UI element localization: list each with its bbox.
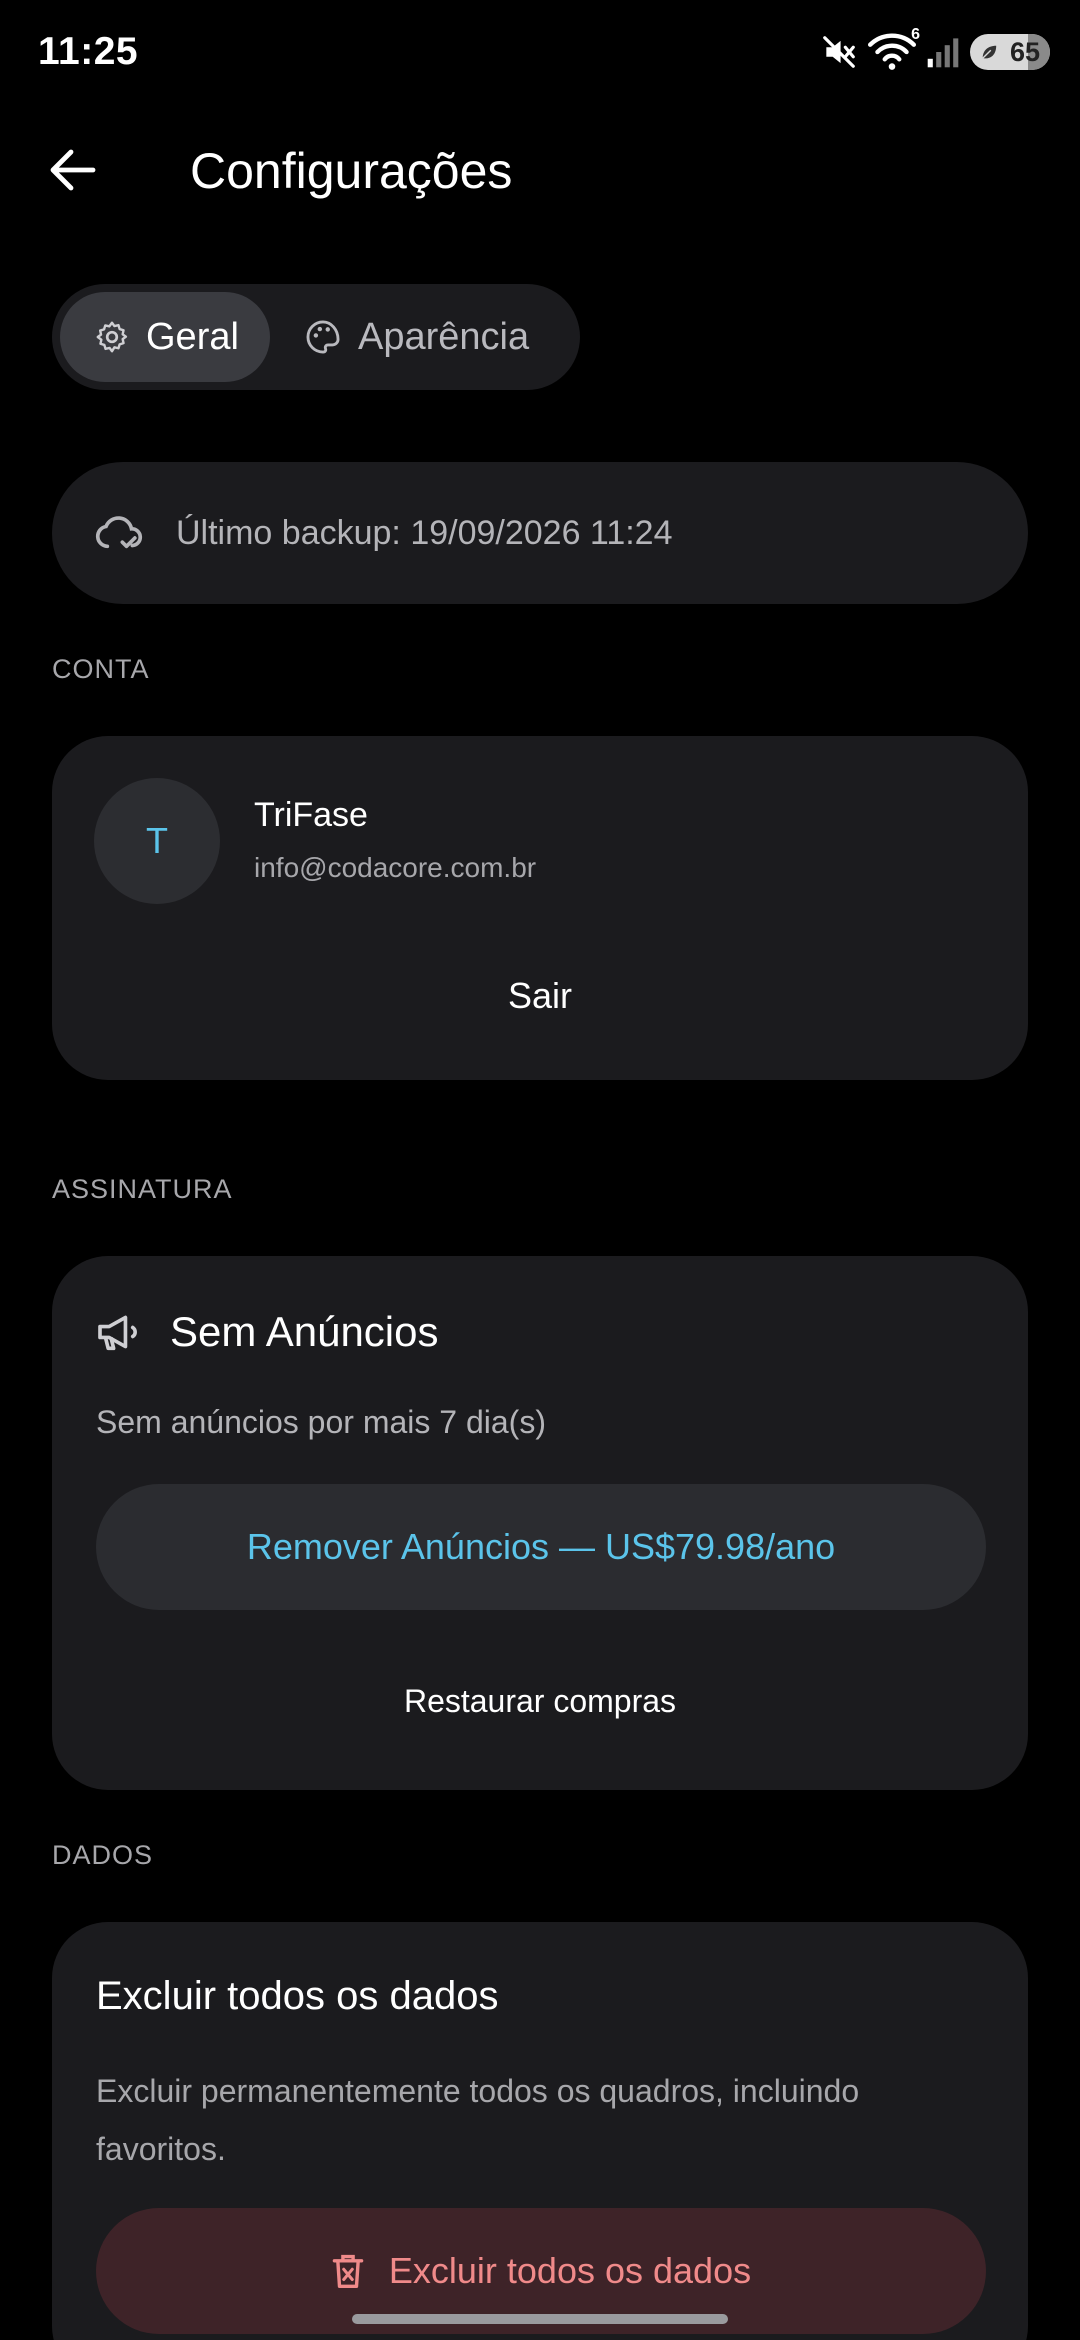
status-bar: 11:25 6 65 bbox=[0, 0, 1080, 100]
delete-all-data-label: Excluir todos os dados bbox=[388, 2250, 752, 2291]
subscription-header: Sem Anúncios bbox=[96, 1308, 439, 1356]
section-label-conta: CONTA bbox=[52, 654, 150, 684]
mute-icon bbox=[820, 33, 858, 71]
battery-level: 65 bbox=[1009, 36, 1040, 67]
delete-data-title: Excluir todos os dados bbox=[96, 1974, 499, 2018]
delete-data-description: Excluir permanentemente todos os quadros… bbox=[96, 2073, 860, 2167]
backup-status-card: Último backup: 19/09/2026 11:24 bbox=[52, 462, 1028, 604]
account-card: T TriFase info@codacore.com.br Sair bbox=[52, 736, 1028, 1080]
section-label-dados: DADOS bbox=[52, 1840, 154, 1870]
status-time: 11:25 bbox=[38, 30, 139, 73]
account-email: info@codacore.com.br bbox=[254, 852, 537, 883]
signal-icon bbox=[926, 35, 960, 69]
arrow-left-icon bbox=[50, 149, 96, 191]
megaphone-icon bbox=[98, 1315, 137, 1351]
gear-icon bbox=[96, 321, 128, 353]
tab-geral[interactable]: Geral bbox=[60, 292, 270, 382]
page-title: Configurações bbox=[190, 143, 513, 199]
home-indicator[interactable] bbox=[352, 2314, 728, 2324]
back-button[interactable] bbox=[36, 140, 110, 200]
remove-ads-button[interactable]: Remover Anúncios — US$79.98/ano bbox=[96, 1484, 986, 1610]
status-icons: 6 65 bbox=[820, 26, 1050, 74]
trash-icon bbox=[332, 2254, 364, 2288]
avatar: T bbox=[94, 778, 220, 904]
tab-geral-label: Geral bbox=[146, 315, 239, 358]
wifi-icon: 6 bbox=[868, 26, 920, 72]
palette-icon bbox=[306, 320, 340, 354]
restore-purchases-button[interactable]: Restaurar compras bbox=[52, 1666, 1028, 1736]
tab-aparencia[interactable]: Aparência bbox=[270, 292, 559, 382]
account-name: TriFase bbox=[254, 796, 368, 834]
backup-status-text: Último backup: 19/09/2026 11:24 bbox=[176, 513, 673, 552]
settings-screen: 11:25 6 65 Configurações Geral Aparência… bbox=[0, 0, 1080, 2340]
cloud-check-icon bbox=[95, 516, 143, 549]
wifi-badge: 6 bbox=[911, 26, 920, 43]
tab-aparencia-label: Aparência bbox=[358, 315, 530, 358]
signout-button[interactable]: Sair bbox=[52, 956, 1028, 1036]
top-app-bar: Configurações bbox=[0, 120, 1080, 220]
leaf-icon bbox=[980, 43, 998, 61]
section-label-assinatura: ASSINATURA bbox=[52, 1174, 233, 1204]
subscription-card: Sem Anúncios Sem anúncios por mais 7 dia… bbox=[52, 1256, 1028, 1790]
subscription-title: Sem Anúncios bbox=[170, 1308, 439, 1355]
settings-tabs: Geral Aparência bbox=[52, 284, 580, 390]
battery-indicator: 65 bbox=[970, 34, 1050, 70]
delete-data-card: Excluir todos os dados Excluir permanent… bbox=[52, 1922, 1028, 2340]
subscription-description: Sem anúncios por mais 7 dia(s) bbox=[96, 1404, 546, 1440]
